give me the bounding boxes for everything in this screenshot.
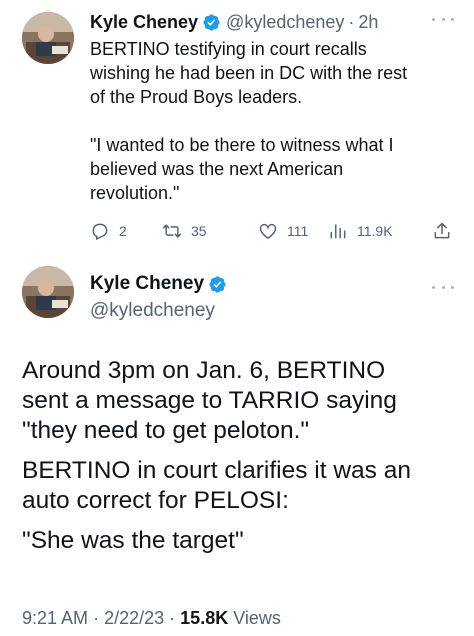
reply-button[interactable]: 2 — [90, 220, 127, 242]
verified-badge-icon — [202, 13, 221, 32]
more-icon[interactable] — [432, 15, 454, 23]
views-icon — [330, 224, 346, 239]
avatar-photo — [22, 266, 74, 318]
retweet-icon — [162, 224, 182, 238]
tweet-text: BERTINO testifying in court recalls wish… — [90, 37, 460, 205]
retweet-count: 35 — [191, 223, 207, 239]
views-count: 11.9K — [357, 223, 393, 239]
author-name[interactable]: Kyle Cheney — [90, 273, 204, 295]
separator-dot: · — [169, 608, 176, 628]
more-icon[interactable] — [432, 283, 454, 291]
like-icon — [259, 223, 277, 239]
tweet-paragraph: "I wanted to be there to witness what I … — [90, 135, 394, 203]
reply-count: 2 — [119, 223, 127, 239]
separator-dot: · — [348, 11, 355, 32]
verified-badge-icon — [208, 275, 227, 294]
retweet-button[interactable]: 35 — [162, 220, 207, 242]
reply-icon — [92, 223, 108, 241]
tweet-meta: 9:21 AM · 2/22/23 · 15.8K Views — [22, 608, 281, 629]
views-label: Views — [233, 608, 281, 628]
avatar[interactable] — [22, 266, 74, 318]
author-handle[interactable]: @kyledcheney — [90, 300, 215, 322]
tweet-paragraph: Around 3pm on Jan. 6, BERTINO sent a mes… — [22, 357, 397, 444]
author-name-row: Kyle Cheney — [90, 273, 232, 295]
like-button[interactable]: 111 — [258, 220, 308, 242]
views-count: 15.8K — [180, 608, 229, 628]
share-icon — [434, 222, 450, 239]
views-button[interactable]: 11.9K — [328, 220, 393, 242]
tweet-time[interactable]: 9:21 AM — [22, 608, 88, 628]
tweet-text: Around 3pm on Jan. 6, BERTINO sent a mes… — [22, 356, 462, 556]
like-count: 111 — [287, 223, 309, 239]
avatar-photo — [22, 12, 74, 64]
action-bar: 2 35 111 11.9K — [90, 220, 460, 242]
share-button[interactable] — [432, 220, 452, 242]
tweet-time[interactable]: 2h — [358, 12, 378, 33]
avatar[interactable] — [22, 12, 74, 64]
author-name[interactable]: Kyle Cheney — [90, 12, 198, 33]
tweet-paragraph: BERTINO testifying in court recalls wish… — [90, 39, 408, 107]
author-handle[interactable]: @kyledcheney — [226, 12, 344, 33]
tweet-header: Kyle Cheney @kyledcheney · 2h — [90, 10, 378, 34]
separator-dot: · — [93, 608, 100, 628]
tweet-paragraph: BERTINO in court clarifies it was an aut… — [22, 457, 411, 514]
tweet-paragraph: "She was the target" — [22, 527, 244, 554]
tweet-date[interactable]: 2/22/23 — [104, 608, 164, 628]
